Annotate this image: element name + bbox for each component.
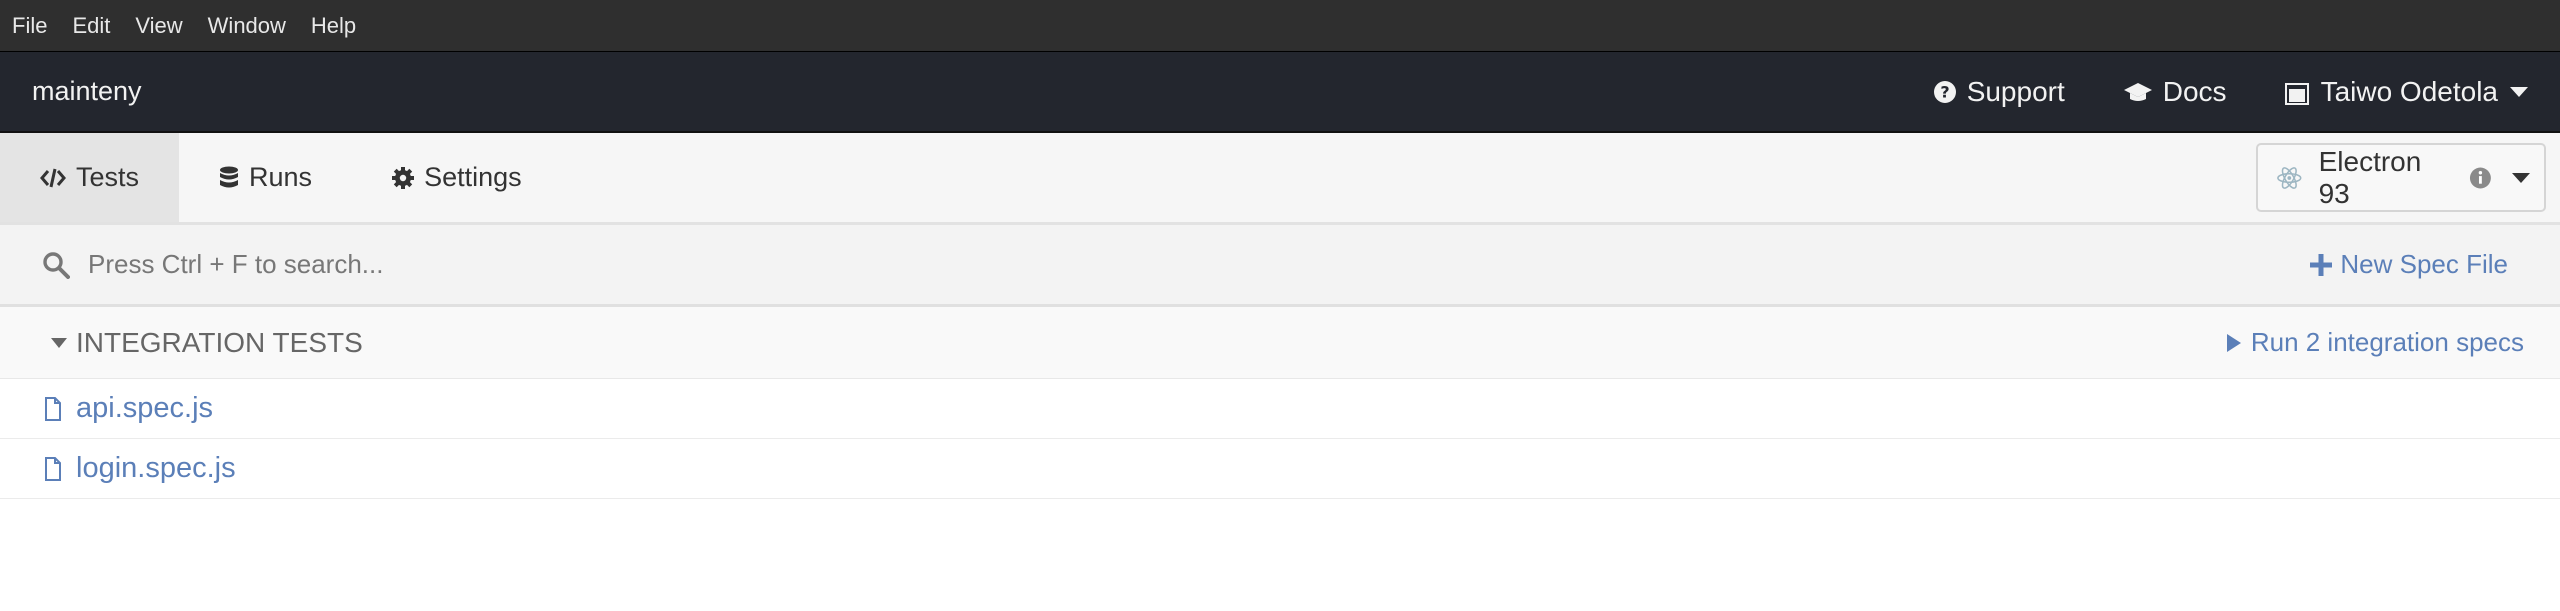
plus-icon [2310,253,2333,276]
search-icon [43,251,70,279]
avatar-icon [2284,82,2309,105]
menu-file[interactable]: File [12,13,47,39]
electron-icon [2277,166,2302,189]
menu-view[interactable]: View [135,13,182,39]
search-bar: Press Ctrl + F to search... New Spec Fil… [0,225,2560,307]
tab-tests-label: Tests [76,162,140,192]
spec-name: api.spec.js [76,392,214,424]
code-icon [40,168,66,187]
browser-selector[interactable]: Electron 93 [2256,143,2546,212]
tab-settings-label: Settings [424,162,522,192]
nav-tabs: Tests Runs Settings Electron 93 [0,133,2560,225]
search-input[interactable]: Press Ctrl + F to search... [88,249,383,280]
file-icon [45,456,61,481]
caret-down-icon [51,337,67,348]
tab-runs-label: Runs [249,162,313,192]
question-circle-icon: ? [1933,80,1956,103]
menu-window[interactable]: Window [208,13,286,39]
menu-edit[interactable]: Edit [72,13,110,39]
spec-name: login.spec.js [76,452,236,484]
menu-help[interactable]: Help [311,13,356,39]
project-name: mainteny [32,76,142,106]
new-spec-label: New Spec File [2340,249,2508,279]
caret-down-icon [2510,86,2528,97]
support-label: Support [1966,75,2065,107]
menu-bar: File Edit View Window Help [0,0,2560,51]
run-all-label: Run 2 integration specs [2250,327,2524,357]
user-menu[interactable]: Taiwo Odetola [2284,75,2528,108]
play-icon [2226,333,2241,352]
browser-name: Electron 93 [2318,145,2422,209]
tab-tests[interactable]: Tests [0,133,180,222]
spec-row[interactable]: api.spec.js [0,379,2560,439]
docs-link[interactable]: Docs [2123,76,2227,108]
database-icon [220,166,239,187]
new-spec-file-button[interactable]: New Spec File [2310,249,2508,280]
svg-text:?: ? [1940,82,1949,101]
support-link[interactable]: ? Support [1933,76,2065,108]
gear-icon [392,166,415,189]
info-icon[interactable] [2469,166,2492,190]
section-title: INTEGRATION TESTS [76,326,363,358]
user-name: Taiwo Odetola [2320,75,2498,107]
tab-settings[interactable]: Settings [352,133,562,222]
file-icon [45,396,61,421]
caret-down-icon [2512,172,2531,183]
app-header: mainteny ? Support Docs Taiwo Odetola [0,51,2560,133]
tab-runs[interactable]: Runs [179,133,352,222]
integration-tests-header[interactable]: INTEGRATION TESTS Run 2 integration spec… [0,307,2560,379]
graduation-cap-icon [2123,82,2152,101]
run-all-specs-button[interactable]: Run 2 integration specs [2226,327,2524,358]
spec-row[interactable]: login.spec.js [0,439,2560,499]
docs-label: Docs [2162,75,2227,107]
